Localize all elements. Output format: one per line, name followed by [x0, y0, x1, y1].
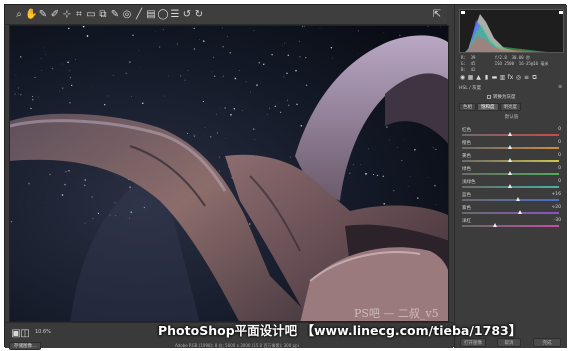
slider-label: 红色	[462, 128, 471, 133]
shadow-clip-icon	[461, 11, 465, 14]
panel-tabs: ◉ ▦ ▲ ▮ ▬ ▥ fx ◎ ≡ ⧉	[457, 74, 566, 83]
spot-removal-icon[interactable]: ✎	[109, 9, 121, 21]
slider-knob[interactable]	[517, 210, 522, 214]
slider-knob[interactable]	[508, 171, 512, 175]
slider-knob[interactable]	[508, 132, 512, 136]
panel-title: HSL / 灰度 ≡	[459, 85, 564, 92]
slider-label: 洋红	[462, 219, 471, 224]
red-eye-icon[interactable]: ◎	[121, 9, 133, 21]
highlight-clip-icon	[559, 11, 563, 14]
zoom-icon[interactable]: ⌕	[13, 9, 25, 21]
slider-label: 蓝色	[462, 193, 471, 198]
rotate-left-icon[interactable]: ↺	[181, 9, 193, 21]
cancel-button[interactable]: 取消	[497, 338, 521, 347]
toolbar: ⌕ ✋ ✎ ✐ ⊹ ⌗ ▭ ⧉ ✎ ◎ ╱ ▤ ◯ ☰ ↺ ↻ ⇱	[5, 5, 447, 25]
adjustment-brush-icon[interactable]: ╱	[133, 9, 145, 21]
hand-icon[interactable]: ✋	[25, 9, 37, 21]
slider-knob[interactable]	[508, 158, 512, 162]
presets-icon[interactable]: ≡	[523, 74, 530, 82]
slider-row: 绿色 0	[460, 166, 563, 179]
transform-icon[interactable]: ⧉	[97, 9, 109, 21]
camera-raw-window: ⌕ ✋ ✎ ✐ ⊹ ⌗ ▭ ⧉ ✎ ◎ ╱ ▤ ◯ ☰ ↺ ↻ ⇱ PS吧 — …	[4, 4, 567, 350]
straighten-icon[interactable]: ▭	[85, 9, 97, 21]
camera-calibration-icon[interactable]: ◎	[515, 74, 522, 82]
snapshots-icon[interactable]: ⧉	[531, 74, 538, 82]
slider-track[interactable]	[462, 212, 559, 214]
split-toning-icon[interactable]: ▬	[491, 74, 498, 82]
workflow-options-link[interactable]: Adobe RGB (1998); 8 位; 5000 x 3000 (15.0…	[175, 343, 299, 349]
graduated-filter-icon[interactable]: ▤	[145, 9, 157, 21]
checkbox-icon[interactable]	[487, 95, 491, 99]
open-image-button[interactable]: 打开图像	[460, 338, 486, 347]
histogram-graph	[461, 11, 563, 52]
slider-row: 红色 0	[460, 127, 563, 140]
slider-label: 绿色	[462, 167, 471, 172]
slider-label: 橙色	[462, 141, 471, 146]
slider-row: 橙色 0	[460, 140, 563, 153]
image-preview[interactable]: PS吧 — 二叔_v5	[9, 25, 449, 322]
slider-knob[interactable]	[508, 145, 512, 149]
zoom-level[interactable]: 10.6%	[35, 329, 51, 335]
slider-value[interactable]: 0	[558, 127, 561, 132]
panel-menu-icon[interactable]: ≡	[558, 85, 562, 90]
slider-knob[interactable]	[508, 184, 512, 188]
photo-credit: PS吧 — 二叔_v5	[354, 307, 439, 320]
hsl-icon[interactable]: ▮	[483, 74, 490, 82]
slider-value[interactable]: -30	[554, 218, 561, 223]
slider-label: 黄色	[462, 154, 471, 159]
basic-panel-icon[interactable]: ◉	[459, 74, 466, 82]
slider-value[interactable]: +20	[552, 205, 562, 210]
crop-icon[interactable]: ⌗	[73, 9, 85, 21]
slider-value[interactable]: 0	[558, 179, 561, 184]
histogram	[459, 9, 564, 53]
tab-1[interactable]: 饱和度	[477, 103, 499, 111]
slider-row: 黄色 0	[460, 153, 563, 166]
slider-knob[interactable]	[515, 197, 520, 201]
watermark-overlay: PhotoShop平面设计吧 【www.linecg.com/tieba/178…	[158, 323, 522, 338]
rotate-right-icon[interactable]: ↻	[193, 9, 205, 21]
radial-filter-icon[interactable]: ◯	[157, 9, 169, 21]
color-sampler-icon[interactable]: ✐	[49, 9, 61, 21]
save-image-button[interactable]: 存储图像...	[9, 342, 42, 350]
effects-icon[interactable]: fx	[507, 74, 514, 82]
fullscreen-icon[interactable]: ⇱	[431, 9, 443, 21]
slider-row: 紫色 +20	[460, 205, 563, 218]
panel-title-label: HSL / 灰度	[459, 86, 482, 91]
rgb-readout-b: B: 42	[461, 67, 476, 72]
detail-icon[interactable]: ▲	[475, 74, 482, 82]
slider-row: 浅绿色 0	[460, 179, 563, 192]
done-button[interactable]: 完成	[533, 338, 561, 347]
preferences-icon[interactable]: ☰	[169, 9, 181, 21]
slider-value[interactable]: +16	[552, 192, 562, 197]
slider-knob[interactable]	[493, 223, 498, 227]
slider-track[interactable]	[462, 199, 559, 201]
adjustment-panel: R: 39 f/2.8 30.00 秒 G: 45 ISO 2500 16-35…	[454, 5, 567, 348]
white-balance-icon[interactable]: ✎	[37, 9, 49, 21]
target-adjust-icon[interactable]: ⊹	[61, 9, 73, 21]
convert-grayscale-label: 转换为灰度	[493, 95, 516, 100]
lens-correction-icon[interactable]: ▥	[499, 74, 506, 82]
before-after-icon[interactable]: ◫	[19, 328, 31, 340]
defaults-link[interactable]: 默认值	[455, 114, 568, 120]
hsl-tabs: 色相 饱和度 明亮度	[459, 103, 521, 111]
slider-value[interactable]: 0	[558, 140, 561, 145]
slider-track[interactable]	[462, 225, 559, 227]
slider-value[interactable]: 0	[558, 153, 561, 158]
tab-0[interactable]: 色相	[459, 103, 476, 111]
slider-row: 洋红 -30	[460, 218, 563, 231]
slider-value[interactable]: 0	[558, 166, 561, 171]
convert-grayscale-checkbox[interactable]: 转换为灰度	[487, 94, 516, 100]
tab-2[interactable]: 明亮度	[499, 103, 521, 111]
tone-curve-icon[interactable]: ▦	[467, 74, 474, 82]
photo-arch-night-sky	[10, 26, 448, 321]
slider-row: 蓝色 +16	[460, 192, 563, 205]
slider-label: 紫色	[462, 206, 471, 211]
slider-label: 浅绿色	[462, 180, 476, 185]
